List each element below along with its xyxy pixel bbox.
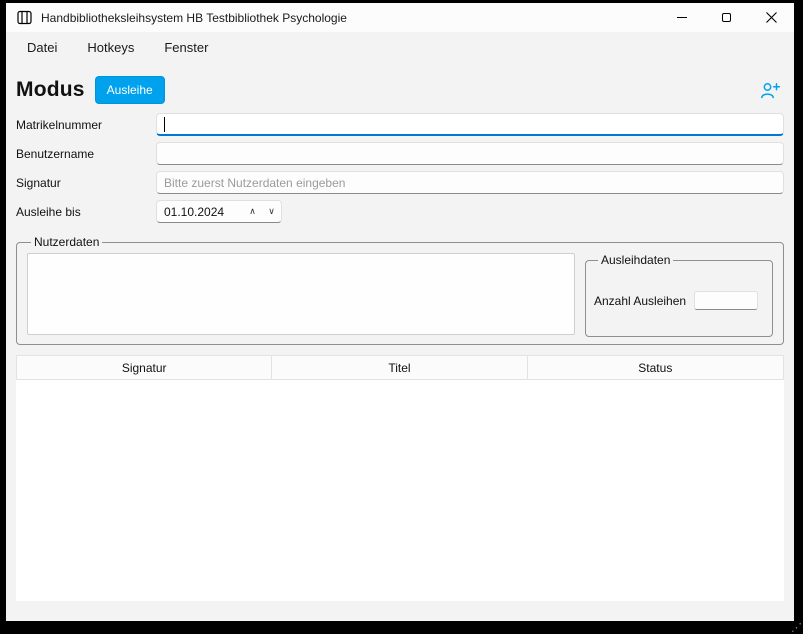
anzahl-ausleihen-label: Anzahl Ausleihen xyxy=(594,294,686,308)
maximize-icon xyxy=(722,13,731,22)
column-header-titel[interactable]: Titel xyxy=(272,356,527,379)
nutzerdaten-group: Nutzerdaten Ausleihdaten Anzahl Ausleihe… xyxy=(16,235,784,345)
main-content: Modus Ausleihe Matrikelnummer Benutzerna… xyxy=(6,63,794,621)
table-header-row: Signatur Titel Status xyxy=(16,355,784,380)
menu-item-hotkeys[interactable]: Hotkeys xyxy=(76,35,145,60)
chevron-up-icon: ∧ xyxy=(249,206,256,217)
items-table: Signatur Titel Status xyxy=(16,355,784,601)
add-user-button[interactable] xyxy=(758,80,782,101)
minimize-button[interactable] xyxy=(659,3,704,32)
ausleihe-bis-label: Ausleihe bis xyxy=(16,205,156,219)
modus-heading: Modus xyxy=(16,78,85,102)
window-controls xyxy=(659,3,794,32)
benutzername-label: Benutzername xyxy=(16,147,156,161)
maximize-button[interactable] xyxy=(704,3,749,32)
table-body xyxy=(16,380,784,601)
minimize-icon xyxy=(677,17,687,18)
date-decrement-button[interactable]: ∨ xyxy=(262,201,281,222)
menubar: Datei Hotkeys Fenster xyxy=(6,32,794,63)
ausleihe-bis-input[interactable]: 01.10.2024 ∧ ∨ xyxy=(156,200,282,223)
close-icon xyxy=(766,12,777,23)
matrikelnummer-input[interactable] xyxy=(156,113,784,136)
signatur-field xyxy=(156,171,784,194)
mode-ausleihe-button[interactable]: Ausleihe xyxy=(95,76,165,104)
ausleihdaten-legend: Ausleihdaten xyxy=(598,253,673,267)
nutzerdaten-textbox[interactable] xyxy=(27,253,575,335)
menu-item-datei[interactable]: Datei xyxy=(16,35,68,60)
app-icon xyxy=(16,10,32,26)
benutzername-input[interactable] xyxy=(156,142,784,165)
ausleihdaten-group: Ausleihdaten Anzahl Ausleihen xyxy=(585,253,773,337)
benutzername-field xyxy=(156,142,784,165)
column-header-signatur[interactable]: Signatur xyxy=(17,356,272,379)
resize-grip[interactable]: ⋰ xyxy=(791,623,802,634)
date-increment-button[interactable]: ∧ xyxy=(243,201,262,222)
matrikelnummer-field xyxy=(156,113,784,136)
ausleihe-bis-value: 01.10.2024 xyxy=(164,201,243,222)
close-button[interactable] xyxy=(749,3,794,32)
loan-form: Matrikelnummer Benutzername Signatur Aus… xyxy=(16,113,784,223)
menu-item-fenster[interactable]: Fenster xyxy=(153,35,219,60)
modus-row: Modus Ausleihe xyxy=(16,73,784,107)
nutzerdaten-legend: Nutzerdaten xyxy=(31,235,102,249)
column-header-status[interactable]: Status xyxy=(528,356,783,379)
matrikelnummer-label: Matrikelnummer xyxy=(16,118,156,132)
add-user-icon xyxy=(760,82,780,99)
anzahl-ausleihen-input[interactable] xyxy=(694,291,758,310)
signatur-label: Signatur xyxy=(16,176,156,190)
titlebar: Handbibliotheksleihsystem HB Testbibliot… xyxy=(6,3,794,32)
text-caret xyxy=(164,117,165,132)
signatur-input[interactable] xyxy=(156,171,784,194)
chevron-down-icon: ∨ xyxy=(268,206,275,217)
window-title: Handbibliotheksleihsystem HB Testbibliot… xyxy=(41,11,347,25)
app-window: Handbibliotheksleihsystem HB Testbibliot… xyxy=(6,3,794,621)
